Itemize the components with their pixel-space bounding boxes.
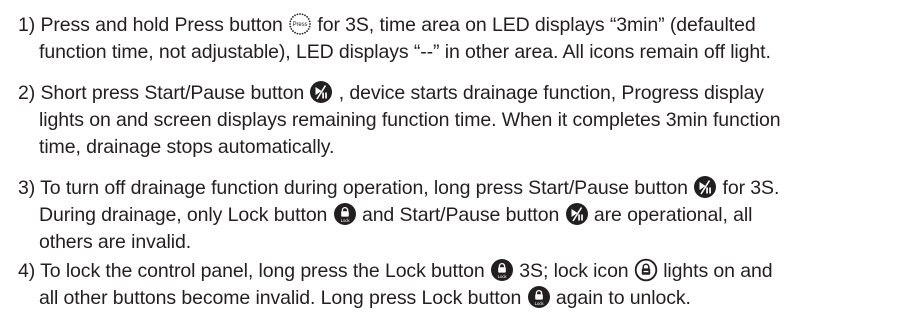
instruction-line: lights on and screen displays remaining … xyxy=(18,107,906,134)
instruction-line: all other buttons become invalid. Long p… xyxy=(18,285,906,312)
instruction-text: lights on and screen displays remaining … xyxy=(39,109,781,131)
lock-outline-icon xyxy=(634,258,658,282)
instruction-line: 1) Press and hold Press button Press for… xyxy=(18,12,906,39)
instruction-item-2: 2) Short press Start/Pause button , devi… xyxy=(18,80,906,161)
instruction-text: 1) Press and hold Press button xyxy=(18,14,289,36)
press-icon-label: Press xyxy=(293,22,308,28)
instruction-text: 3S; lock icon xyxy=(513,260,634,282)
instruction-text: 4) To lock the control panel, long press… xyxy=(18,260,490,282)
start-pause-icon xyxy=(693,175,717,199)
instruction-text: all other buttons become invalid. Long p… xyxy=(39,287,527,309)
instruction-line: 2) Short press Start/Pause button , devi… xyxy=(18,80,906,107)
instruction-text: for 3S. xyxy=(717,177,780,199)
instruction-line: During drainage, only Lock button Lock a… xyxy=(18,202,906,229)
instruction-text: lights on and xyxy=(657,260,773,282)
instruction-text: 2) Short press Start/Pause button xyxy=(18,82,310,104)
instruction-list: 1) Press and hold Press button Press for… xyxy=(0,0,908,312)
instruction-item-1: 1) Press and hold Press button Press for… xyxy=(18,12,906,66)
instruction-line: function time, not adjustable), LED disp… xyxy=(18,39,906,66)
instruction-text: function time, not adjustable), LED disp… xyxy=(39,41,771,63)
press-dotted-icon: Press xyxy=(288,12,312,36)
lock-icon-label: Lock xyxy=(340,218,350,223)
instruction-line: others are invalid. xyxy=(18,229,906,256)
instruction-text: are operational, all xyxy=(588,204,753,226)
instruction-text: 3) To turn off drainage function during … xyxy=(18,177,694,199)
instruction-text: for 3S, time area on LED displays “3min”… xyxy=(312,14,756,36)
instruction-text: others are invalid. xyxy=(39,231,192,253)
instruction-text: During drainage, only Lock button xyxy=(39,204,333,226)
instruction-text: , device starts drainage function, Progr… xyxy=(333,82,764,104)
lock-button-icon: Lock xyxy=(490,258,514,282)
lock-button-icon: Lock xyxy=(527,285,551,309)
lock-button-icon: Lock xyxy=(333,202,357,226)
instruction-text: and Start/Pause button xyxy=(356,204,565,226)
start-pause-icon xyxy=(565,202,589,226)
lock-icon-label: Lock xyxy=(534,301,544,306)
instruction-line: time, drainage stops automatically. xyxy=(18,134,906,161)
lock-icon-label: Lock xyxy=(498,274,508,279)
instruction-item-4: 4) To lock the control panel, long press… xyxy=(18,258,906,312)
instruction-text: again to unlock. xyxy=(550,287,691,309)
instruction-line: 3) To turn off drainage function during … xyxy=(18,175,906,202)
instruction-text: time, drainage stops automatically. xyxy=(39,136,335,158)
start-pause-icon xyxy=(309,80,333,104)
instruction-line: 4) To lock the control panel, long press… xyxy=(18,258,906,285)
instruction-item-3: 3) To turn off drainage function during … xyxy=(18,175,906,256)
